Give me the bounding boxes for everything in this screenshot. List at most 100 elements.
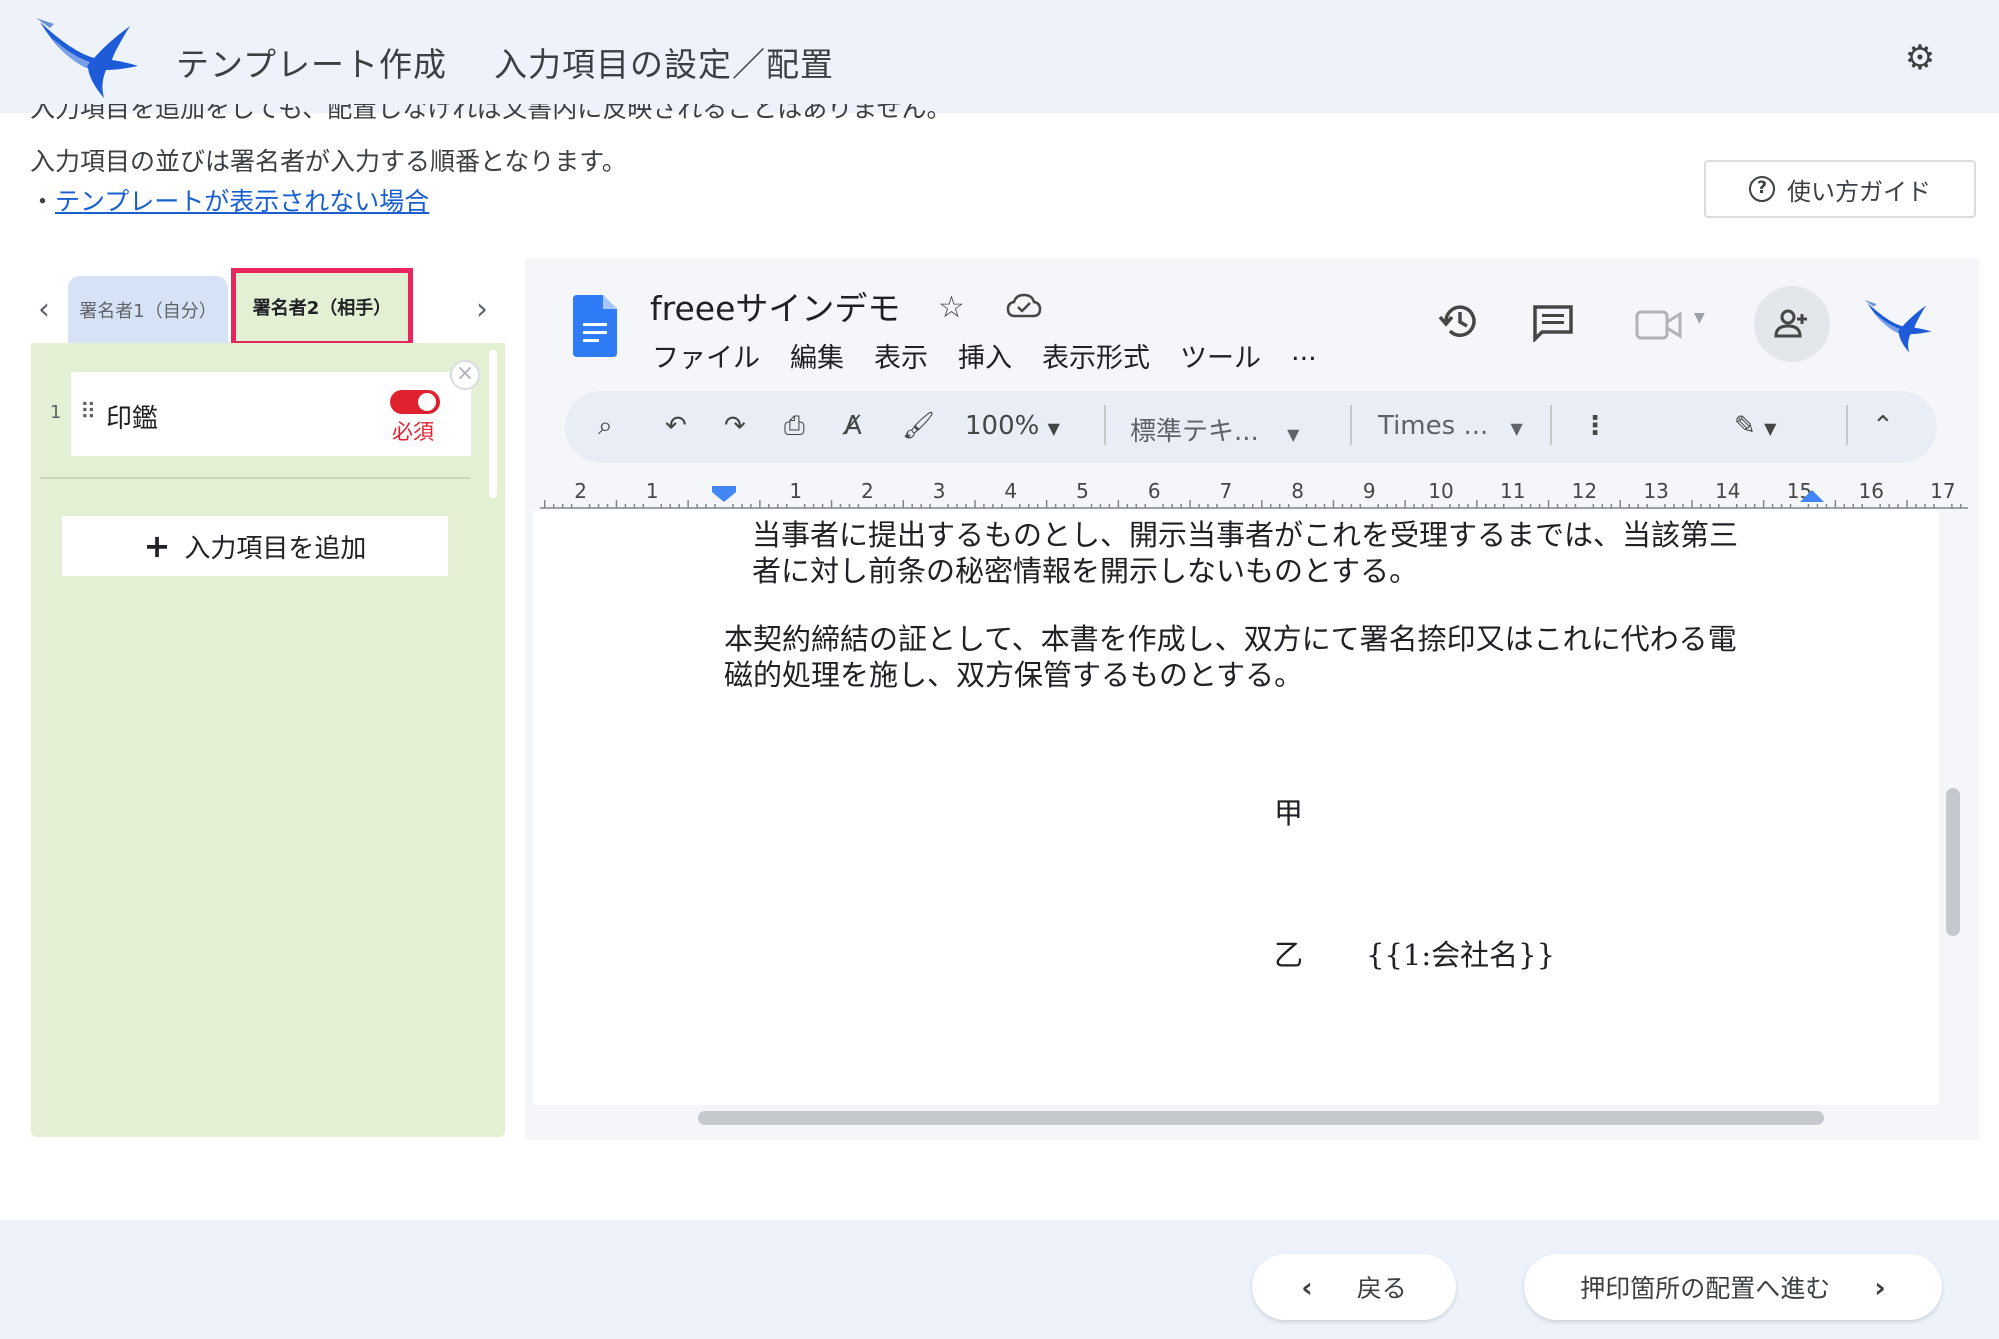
caret-down-icon[interactable]: ▼ <box>1694 310 1705 326</box>
document-horizontal-scrollbar[interactable] <box>698 1111 1824 1125</box>
gear-icon[interactable]: ⚙ <box>1900 38 1940 78</box>
add-field-label: 入力項目を追加 <box>184 533 367 564</box>
required-toggle[interactable] <box>390 390 440 414</box>
video-camera-icon[interactable] <box>1634 308 1684 342</box>
ruler-label: 11 <box>1500 480 1525 503</box>
ruler-label: 2 <box>861 480 874 503</box>
next-label: 押印箇所の配置へ進む <box>1580 1274 1831 1303</box>
style-select[interactable]: 標準テキ... ▼ <box>1130 411 1299 448</box>
google-docs-icon <box>573 295 617 357</box>
history-icon[interactable] <box>1438 300 1480 342</box>
ruler[interactable]: 2 1 1 2 3 4 5 6 7 8 9 10 11 12 13 14 15 16 17 <box>540 480 1968 510</box>
field-label: 印鑑 <box>106 404 159 434</box>
help-circle-icon: ? <box>1749 176 1775 202</box>
close-icon[interactable]: × <box>450 360 480 390</box>
instruction-text: 入力項目の並びは署名者が入力する順番となります。 <box>30 147 627 176</box>
ruler-label: 6 <box>1148 480 1161 503</box>
add-field-button[interactable]: + 入力項目を追加 <box>62 516 448 576</box>
ruler-label: 8 <box>1291 480 1304 503</box>
field-number: 1 <box>50 402 62 423</box>
share-button[interactable] <box>1754 286 1830 362</box>
ruler-label: 13 <box>1643 480 1668 503</box>
toolbar-separator <box>1550 405 1552 445</box>
tab-signer-2[interactable]: 署名者2（相手） <box>231 268 413 346</box>
toolbar-separator <box>1846 405 1848 445</box>
ruler-label: 3 <box>933 480 946 503</box>
redo-icon[interactable]: ↷ <box>724 411 746 441</box>
zoom-select[interactable]: 100% ▼ <box>965 411 1060 441</box>
cloud-check-icon[interactable] <box>1006 292 1042 320</box>
doc-paragraph-line: 磁的処理を施し、双方保管するものとする。 <box>724 658 1304 692</box>
menu-edit[interactable]: 編集 <box>790 336 844 375</box>
next-step-button[interactable]: 押印箇所の配置へ進む › <box>1524 1254 1942 1320</box>
back-label: 戻る <box>1356 1274 1407 1303</box>
menu-view[interactable]: 表示 <box>874 336 928 375</box>
party-b-label: 乙 <box>1274 938 1304 972</box>
zoom-value: 100% <box>965 411 1040 441</box>
undo-icon[interactable]: ↶ <box>665 411 687 441</box>
more-vert-icon[interactable]: ⋮ <box>1582 411 1608 441</box>
company-name-placeholder[interactable]: {{1:会社名}} <box>1366 932 1555 974</box>
chevron-left-icon[interactable]: ‹ <box>38 292 50 327</box>
plus-icon: + <box>143 527 171 565</box>
comment-icon[interactable] <box>1532 304 1574 342</box>
ruler-label: 9 <box>1363 480 1376 503</box>
menu-more[interactable]: ... <box>1291 336 1317 375</box>
divider <box>40 477 470 479</box>
drag-handle-icon[interactable]: ⠿ <box>80 400 96 425</box>
app-header: テンプレート作成 入力項目の設定／配置 ⚙ <box>0 0 1999 113</box>
style-value: 標準テキ... <box>1130 417 1259 447</box>
instruction-text-cut: 入力項目を追加をしても、配置しなければ文書内に反映されることはありません。 <box>30 104 952 123</box>
ruler-label: 12 <box>1572 480 1597 503</box>
menu-format[interactable]: 表示形式 <box>1042 336 1150 375</box>
menu-tools[interactable]: ツール <box>1180 336 1261 375</box>
ruler-label: 2 <box>574 480 587 503</box>
chevron-up-icon[interactable]: ⌃ <box>1872 411 1894 441</box>
docs-menu-bar: ファイル 編集 表示 挿入 表示形式 ツール ... <box>652 336 1317 375</box>
ruler-label: 14 <box>1715 480 1740 503</box>
caret-down-icon: ▼ <box>1287 425 1300 444</box>
star-icon[interactable]: ☆ <box>938 290 965 325</box>
spellcheck-icon[interactable]: A̸ <box>844 411 862 441</box>
ruler-label: 5 <box>1076 480 1089 503</box>
toolbar-separator <box>1104 405 1106 445</box>
font-select[interactable]: Times ... ▼ <box>1378 411 1523 441</box>
page-title: テンプレート作成 <box>176 45 448 84</box>
document-title[interactable]: freeeサインデモ <box>650 282 900 330</box>
field-list-panel <box>31 343 505 1137</box>
indent-marker-left <box>712 486 736 502</box>
document-page[interactable] <box>533 510 1939 1105</box>
doc-paragraph-line: 者に対し前条の秘密情報を開示しないものとする。 <box>752 554 1419 588</box>
search-icon[interactable]: ⌕ <box>598 411 613 442</box>
paint-format-icon[interactable]: 🖌 <box>902 411 935 441</box>
ruler-label: 1 <box>646 480 659 503</box>
ruler-label: 1 <box>789 480 802 503</box>
edit-mode-select[interactable]: ✎ ▼ <box>1734 411 1776 441</box>
ruler-label: 16 <box>1858 480 1883 503</box>
chevron-right-icon[interactable]: › <box>476 292 488 327</box>
menu-file[interactable]: ファイル <box>652 336 760 375</box>
usage-guide-button[interactable]: ? 使い方ガイド <box>1704 160 1976 218</box>
freee-sign-addon-icon[interactable] <box>1862 294 1934 356</box>
page-subtitle: 入力項目の設定／配置 <box>494 45 834 84</box>
menu-insert[interactable]: 挿入 <box>958 336 1012 375</box>
toolbar-separator <box>1350 405 1352 445</box>
ruler-label: 4 <box>1004 480 1017 503</box>
back-button[interactable]: ‹ 戻る <box>1252 1254 1456 1320</box>
freee-sign-logo <box>36 18 138 98</box>
font-value: Times ... <box>1378 411 1489 441</box>
caret-down-icon: ▼ <box>1510 419 1523 438</box>
ruler-label: 17 <box>1930 480 1955 503</box>
ruler-label: 10 <box>1428 480 1453 503</box>
panel-scrollbar[interactable] <box>489 350 497 498</box>
document-vertical-scrollbar[interactable] <box>1946 788 1960 936</box>
instruction-link-row: ・テンプレートが表示されない場合 <box>30 182 429 218</box>
pencil-icon: ✎ <box>1734 411 1756 441</box>
template-not-shown-link[interactable]: テンプレートが表示されない場合 <box>55 187 429 216</box>
tab-signer-1[interactable]: 署名者1（自分） <box>68 276 228 344</box>
usage-guide-label: 使い方ガイド <box>1787 177 1931 206</box>
caret-down-icon: ▼ <box>1047 419 1060 438</box>
print-icon[interactable]: ⎙ <box>784 411 805 442</box>
ruler-label: 7 <box>1220 480 1233 503</box>
chevron-right-icon: › <box>1874 1270 1886 1304</box>
